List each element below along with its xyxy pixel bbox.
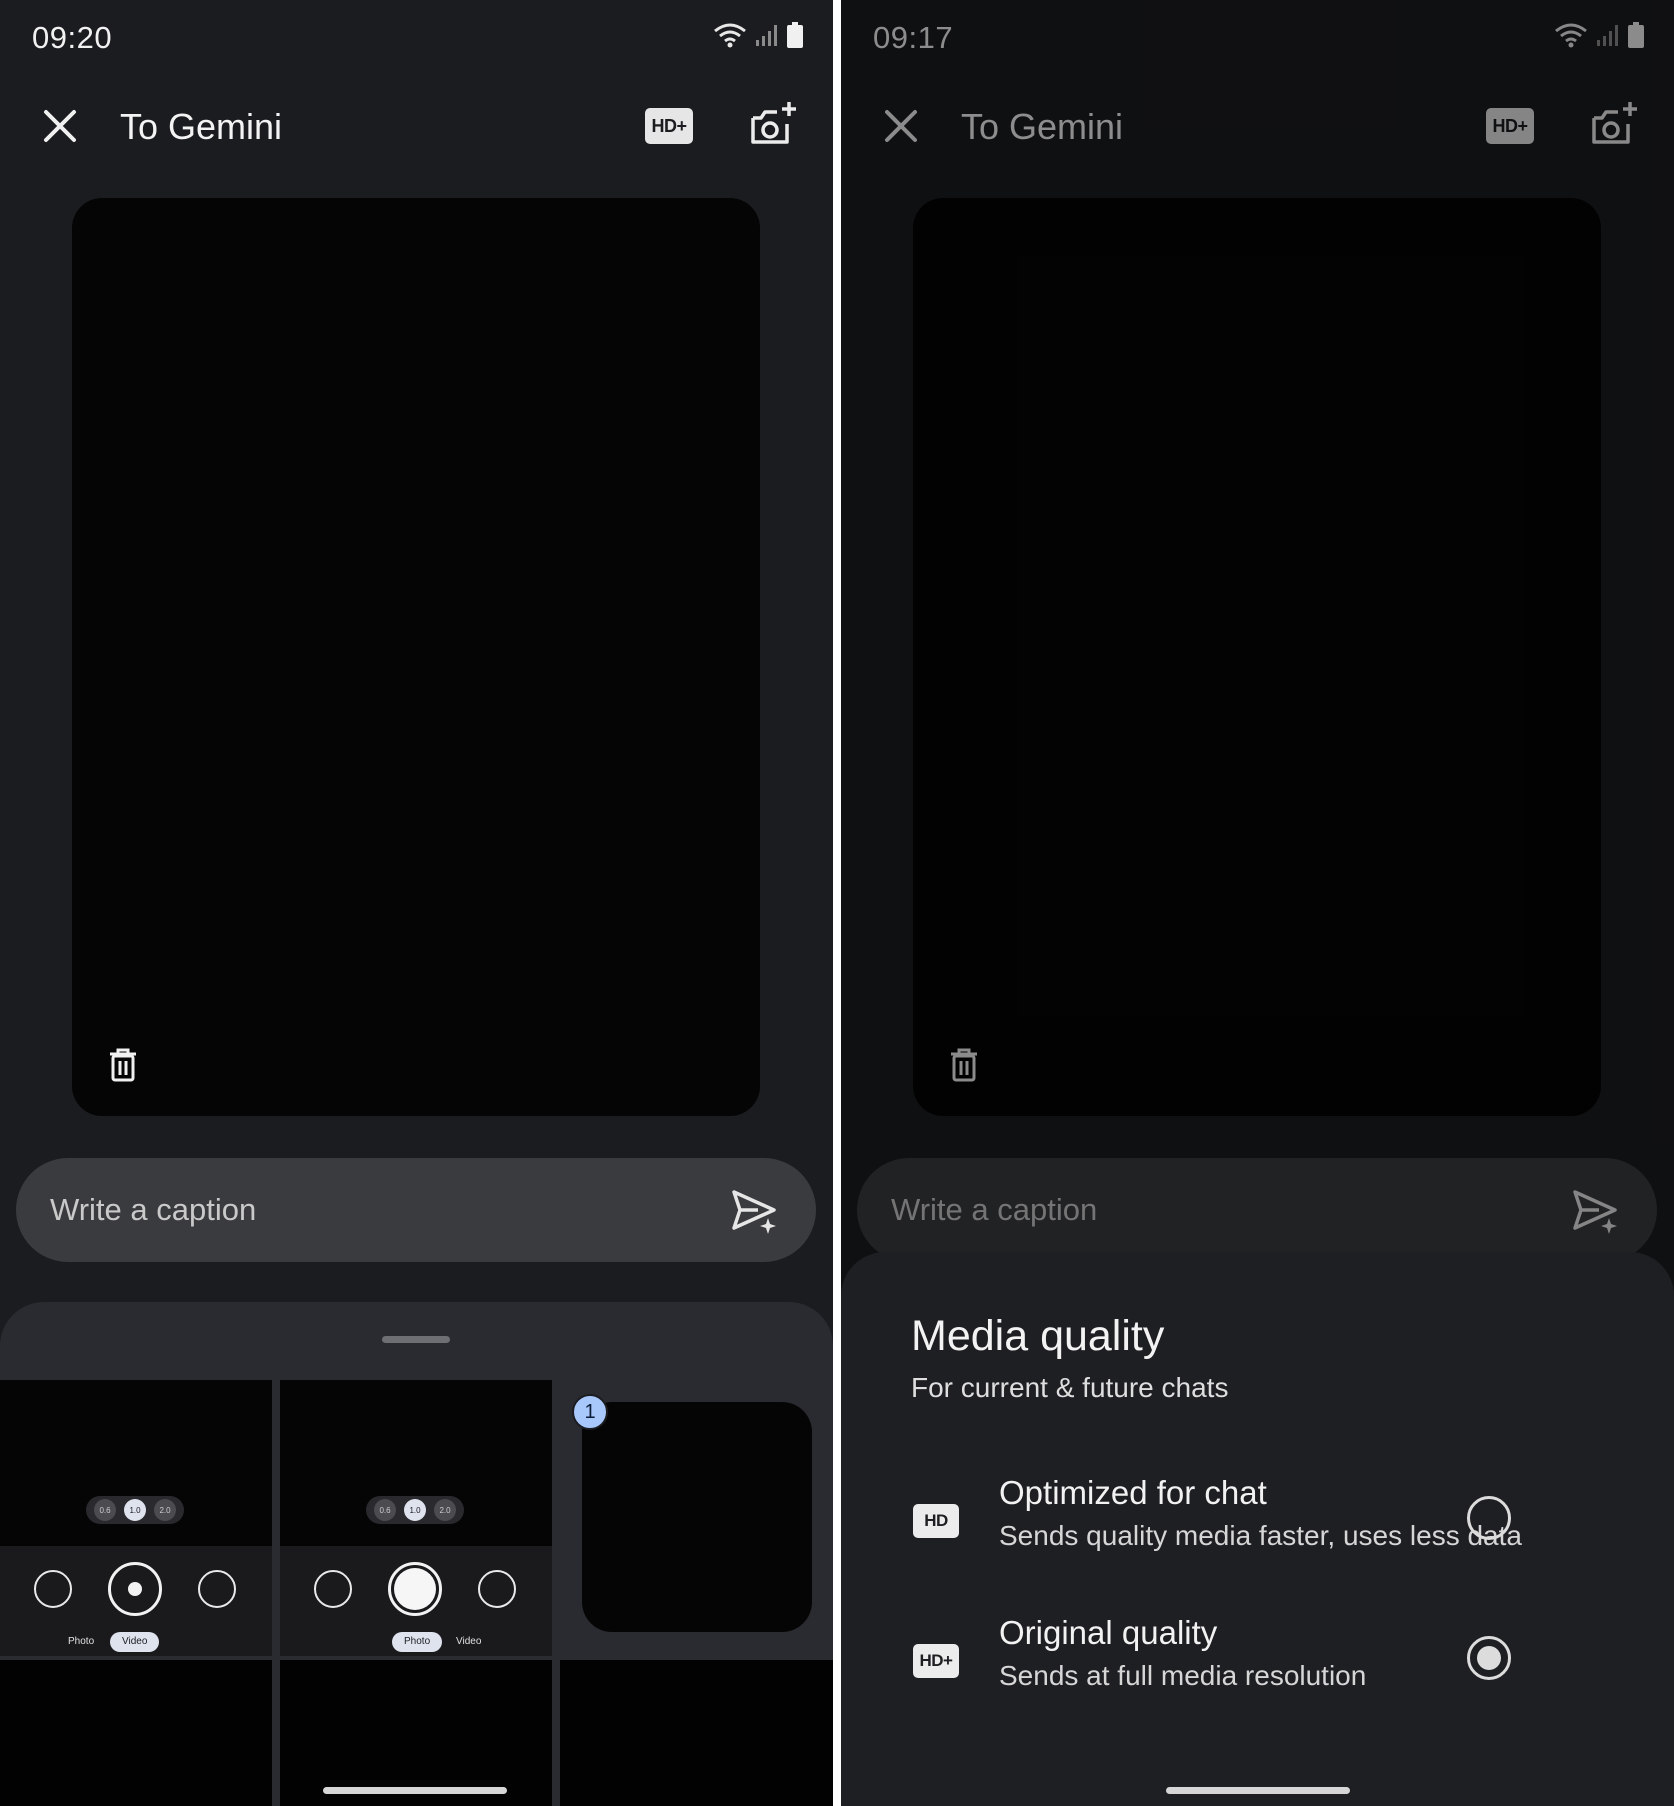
gallery-camera-tile-photo[interactable]: 0.6 1.0 2.0 Photo Video	[280, 1380, 552, 1656]
page-title: To Gemini	[120, 106, 283, 147]
trash-icon[interactable]	[108, 1048, 138, 1082]
gallery-icon[interactable]	[34, 1570, 72, 1608]
close-icon[interactable]	[40, 106, 80, 146]
caption-bar	[16, 1158, 816, 1262]
radio-original-selected[interactable]	[1467, 1636, 1511, 1680]
option-original-quality[interactable]: HD+ Original quality Sends at full media…	[841, 1614, 1674, 1724]
gallery-tile[interactable]	[280, 1660, 552, 1806]
record-button[interactable]	[108, 1562, 162, 1616]
zoom-selector[interactable]: 0.6 1.0 2.0	[86, 1496, 184, 1524]
media-quality-sheet: Media quality For current & future chats…	[841, 1252, 1674, 1806]
mode-photo-active[interactable]: Photo	[392, 1632, 443, 1652]
hd-icon: HD	[913, 1504, 959, 1538]
zoom-option-active[interactable]: 1.0	[124, 1499, 146, 1521]
sheet-title: Media quality	[911, 1312, 1165, 1360]
zoom-option[interactable]: 2.0	[434, 1499, 456, 1521]
zoom-selector[interactable]: 0.6 1.0 2.0	[366, 1496, 464, 1524]
status-time: 09:20	[32, 20, 113, 55]
mode-photo[interactable]: Photo	[68, 1632, 94, 1652]
mode-video-active[interactable]: Video	[110, 1632, 160, 1652]
gallery-camera-tile-video[interactable]: 0.6 1.0 2.0 Photo Video	[0, 1380, 272, 1656]
screen-left: 09:20 To Gemini HD+ Write a caption 0.6 …	[0, 0, 833, 1806]
radio-optimized[interactable]	[1467, 1496, 1511, 1540]
home-indicator	[323, 1787, 507, 1794]
wifi-icon	[714, 23, 746, 48]
media-preview	[72, 198, 760, 1116]
hd-quality-button[interactable]: HD+	[645, 108, 693, 144]
selection-count-badge: 1	[572, 1394, 608, 1430]
drag-handle[interactable]	[382, 1336, 450, 1343]
zoom-option-active[interactable]: 1.0	[404, 1499, 426, 1521]
gallery-icon[interactable]	[314, 1570, 352, 1608]
mode-video[interactable]: Video	[456, 1632, 481, 1652]
zoom-option[interactable]: 0.6	[94, 1499, 116, 1521]
option-label: Optimized for chat	[999, 1474, 1267, 1511]
battery-icon	[787, 22, 803, 48]
hd-plus-icon: HD+	[913, 1644, 959, 1678]
screen-right: 09:17 To Gemini HD+ Write a caption Medi…	[841, 0, 1674, 1806]
zoom-option[interactable]: 0.6	[374, 1499, 396, 1521]
gallery-tile[interactable]	[560, 1660, 833, 1806]
selected-media-tile[interactable]	[582, 1402, 812, 1632]
zoom-option[interactable]: 2.0	[154, 1499, 176, 1521]
add-photo-icon[interactable]	[747, 100, 799, 150]
option-optimized-for-chat[interactable]: HD Optimized for chat Sends quality medi…	[841, 1474, 1674, 1584]
camera-controls: Photo Video	[280, 1546, 552, 1656]
gallery-sheet: 0.6 1.0 2.0 Photo Video 0.6 1.0 2.0 Phot…	[0, 1302, 833, 1806]
signal-icon	[756, 25, 777, 46]
status-icons	[713, 22, 803, 48]
option-label: Original quality	[999, 1614, 1218, 1651]
switch-camera-icon[interactable]	[478, 1570, 516, 1608]
gallery-tile[interactable]	[0, 1660, 272, 1806]
option-description: Sends quality media faster, uses less da…	[999, 1520, 1522, 1551]
home-indicator	[1166, 1787, 1350, 1794]
sheet-subtitle: For current & future chats	[911, 1372, 1229, 1403]
switch-camera-icon[interactable]	[198, 1570, 236, 1608]
option-description: Sends at full media resolution	[999, 1660, 1367, 1691]
caption-input[interactable]	[50, 1186, 670, 1234]
shutter-button[interactable]	[388, 1562, 442, 1616]
send-sparkle-icon[interactable]	[730, 1186, 780, 1236]
camera-controls: Photo Video	[0, 1546, 272, 1656]
